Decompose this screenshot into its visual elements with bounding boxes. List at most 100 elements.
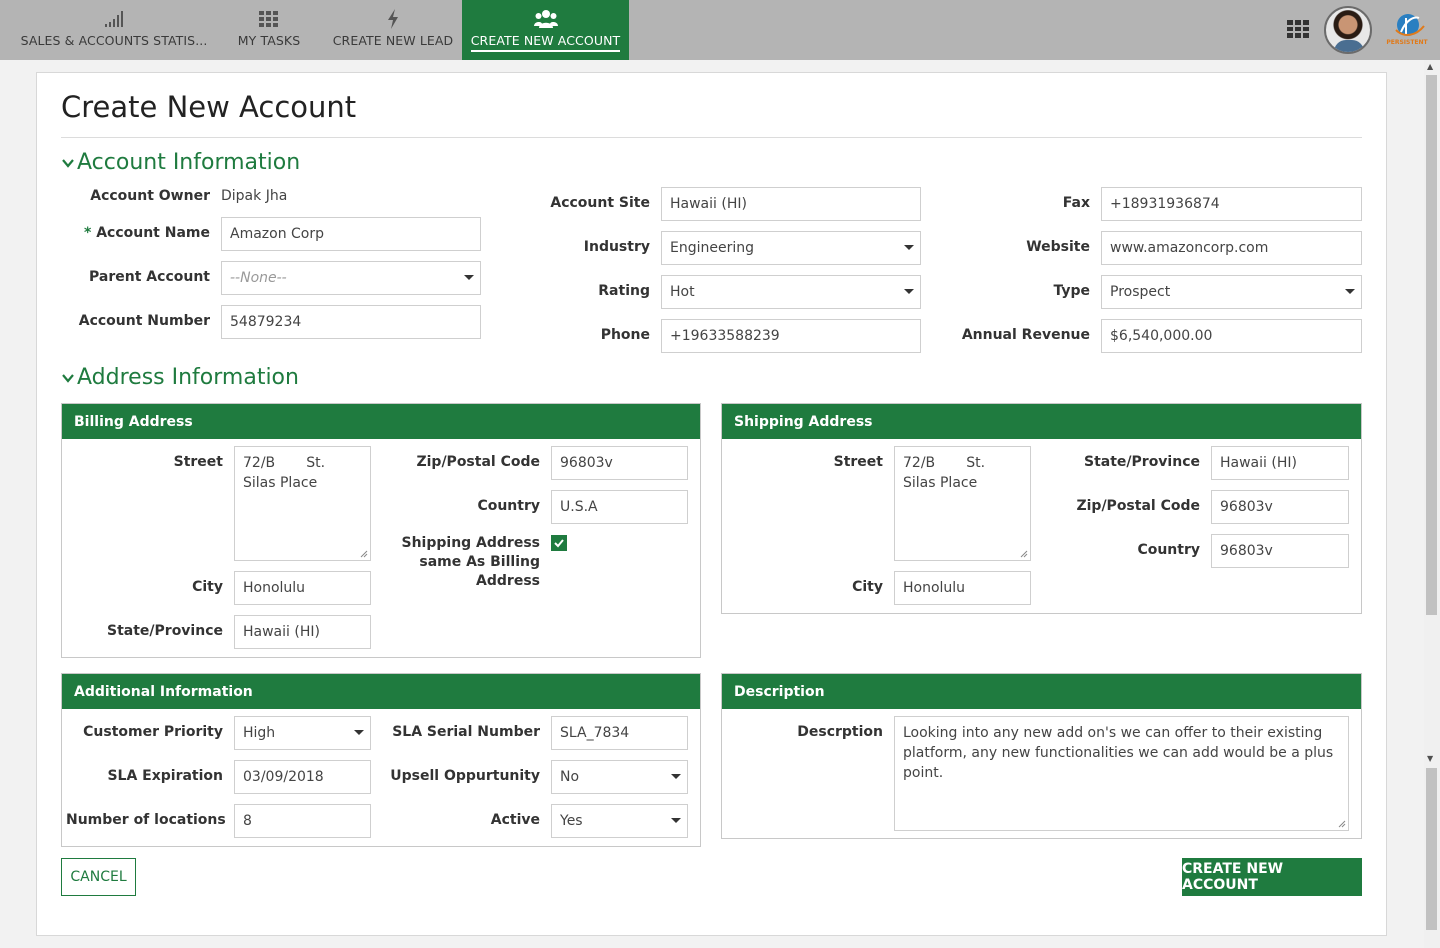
fax-label: Fax	[1062, 195, 1090, 211]
address-information-toggle[interactable]: Address Information	[61, 365, 299, 390]
panel-title: Shipping Address	[722, 404, 1361, 439]
billing-street-textarea[interactable]: 72/B St. Silas Place	[234, 446, 371, 561]
website-input[interactable]: www.amazoncorp.com	[1101, 231, 1362, 265]
sla-expiration-label: SLA Expiration	[107, 768, 223, 784]
sla-serial-number-input[interactable]: SLA_7834	[551, 716, 688, 750]
scroll-down-arrow-icon[interactable]: ▼	[1427, 754, 1433, 763]
industry-select[interactable]: Engineering	[661, 231, 921, 265]
annual-revenue-input[interactable]: $6,540,000.00	[1101, 319, 1362, 353]
billing-country-label: Country	[477, 498, 540, 514]
scroll-up-arrow-icon[interactable]: ▲	[1427, 62, 1433, 71]
billing-zip-input[interactable]: 96803v	[551, 446, 688, 480]
shipping-city-input[interactable]: Honolulu	[894, 571, 1031, 605]
number-of-locations-label: Number of locations	[66, 812, 226, 828]
phone-label: Phone	[600, 327, 650, 343]
billing-city-label: City	[192, 579, 223, 595]
customer-priority-label: Customer Priority	[83, 724, 223, 740]
tab-label: SALES & ACCOUNTS STATIS...	[20, 33, 208, 48]
shipping-country-input[interactable]: 96803v	[1211, 534, 1349, 568]
scroll-thumb-secondary[interactable]	[1426, 768, 1437, 930]
same-as-billing-checkbox[interactable]	[551, 535, 567, 551]
dropdown-arrow-icon	[464, 275, 474, 280]
shipping-street-textarea[interactable]: 72/B St. Silas Place	[894, 446, 1031, 561]
lightning-icon	[386, 7, 400, 31]
tab-create-new-account[interactable]: CREATE NEW ACCOUNT	[462, 0, 629, 60]
account-name-input[interactable]: Amazon Corp	[221, 217, 481, 251]
customer-priority-select[interactable]: High	[234, 716, 371, 750]
tab-my-tasks[interactable]: MY TASKS	[226, 0, 312, 60]
active-select[interactable]: Yes	[551, 804, 688, 838]
scroll-thumb[interactable]	[1426, 75, 1437, 615]
billing-address-panel: Billing Address	[61, 403, 701, 658]
chevron-down-icon	[62, 158, 74, 168]
website-label: Website	[1026, 239, 1090, 255]
rating-label: Rating	[598, 283, 650, 299]
phone-input[interactable]: +19633588239	[661, 319, 921, 353]
sla-serial-number-label: SLA Serial Number	[392, 724, 540, 740]
tab-sales-accounts-statistics[interactable]: SALES & ACCOUNTS STATIS...	[14, 0, 214, 60]
fax-input[interactable]: +18931936874	[1101, 187, 1362, 221]
required-mark: *	[83, 225, 92, 241]
user-avatar[interactable]	[1324, 6, 1372, 54]
panel-title: Description	[722, 674, 1361, 709]
dropdown-arrow-icon	[904, 289, 914, 294]
rating-select[interactable]: Hot	[661, 275, 921, 309]
checkmark-icon	[554, 539, 564, 548]
same-as-billing-label-line-2: same As Billing	[419, 554, 540, 570]
title-divider	[61, 137, 1362, 138]
shipping-country-label: Country	[1137, 542, 1200, 558]
chevron-down-icon	[62, 373, 74, 383]
same-as-billing-label-line-3: Address	[476, 573, 540, 589]
same-as-billing-label-line-1: Shipping Address	[401, 535, 541, 551]
billing-state-input[interactable]: Hawaii (HI)	[234, 615, 371, 649]
description-textarea[interactable]: Looking into any new add on's we can off…	[894, 716, 1349, 831]
top-nav-bar	[0, 0, 1440, 60]
upsell-opportunity-select[interactable]: No	[551, 760, 688, 794]
shipping-state-input[interactable]: Hawaii (HI)	[1211, 446, 1349, 480]
type-select[interactable]: Prospect	[1101, 275, 1362, 309]
annual-revenue-label: Annual Revenue	[961, 327, 1090, 343]
signal-bars-icon	[103, 7, 125, 31]
account-name-label: * Account Name	[83, 225, 210, 241]
resize-grip-icon[interactable]	[1020, 550, 1028, 558]
sla-expiration-input[interactable]: 03/09/2018	[234, 760, 371, 794]
cancel-button[interactable]: CANCEL	[61, 858, 136, 896]
tab-create-new-lead[interactable]: CREATE NEW LEAD	[330, 0, 456, 60]
number-of-locations-input[interactable]: 8	[234, 804, 371, 838]
dropdown-arrow-icon	[671, 774, 681, 779]
section-heading: Account Information	[77, 150, 301, 175]
billing-country-input[interactable]: U.S.A	[551, 490, 688, 524]
account-owner-value: Dipak Jha	[221, 188, 288, 204]
tab-label: CREATE NEW LEAD	[332, 33, 454, 48]
section-heading: Address Information	[77, 365, 299, 390]
shipping-zip-label: Zip/Postal Code	[1076, 498, 1200, 514]
type-label: Type	[1053, 283, 1090, 299]
account-number-input[interactable]: 54879234	[221, 305, 481, 339]
billing-state-label: State/Province	[107, 623, 223, 639]
account-owner-label: Account Owner	[90, 188, 210, 204]
account-information-toggle[interactable]: Account Information	[61, 150, 300, 175]
logo-text: PERSISTENT	[1386, 39, 1428, 46]
grid-icon	[258, 7, 280, 31]
create-new-account-button[interactable]: CREATE NEW ACCOUNT	[1182, 858, 1362, 896]
resize-grip-icon[interactable]	[360, 550, 368, 558]
description-label: Descrption	[797, 724, 883, 740]
panel-title: Additional Information	[62, 674, 700, 709]
dropdown-arrow-icon	[1345, 289, 1355, 294]
industry-label: Industry	[583, 239, 650, 255]
shipping-zip-input[interactable]: 96803v	[1211, 490, 1349, 524]
account-site-label: Account Site	[550, 195, 650, 211]
apps-grid-icon[interactable]	[1287, 20, 1309, 38]
parent-account-select[interactable]: --None--	[221, 261, 481, 295]
page-title: Create New Account	[61, 90, 357, 124]
dropdown-arrow-icon	[904, 245, 914, 250]
account-number-label: Account Number	[78, 313, 210, 329]
active-label: Active	[490, 812, 540, 828]
shipping-state-label: State/Province	[1084, 454, 1200, 470]
billing-street-label: Street	[173, 454, 223, 470]
resize-grip-icon[interactable]	[1338, 820, 1346, 828]
tab-label: MY TASKS	[237, 33, 301, 48]
parent-account-label: Parent Account	[89, 269, 210, 285]
billing-city-input[interactable]: Honolulu	[234, 571, 371, 605]
account-site-input[interactable]: Hawaii (HI)	[661, 187, 921, 221]
